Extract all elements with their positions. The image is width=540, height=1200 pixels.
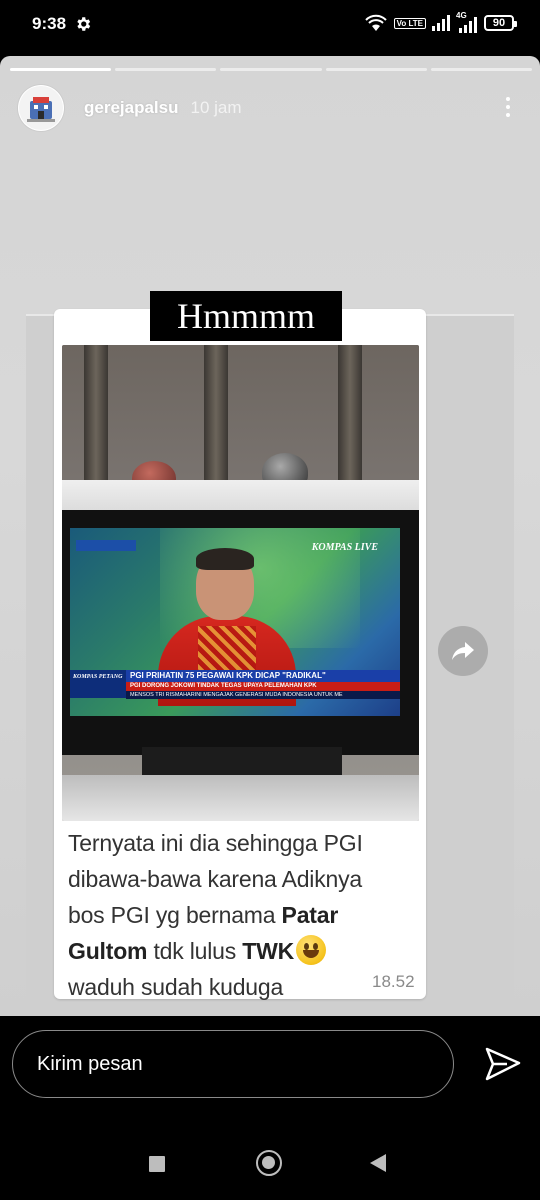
avatar-image (19, 86, 63, 130)
avatar[interactable] (18, 85, 64, 131)
tv-person-hair (196, 548, 254, 570)
message-line: dibawa-bawa karena Adiknya (68, 866, 362, 892)
story-username[interactable]: gerejapalsu (84, 98, 179, 118)
story-caption: Hmmmm (150, 291, 342, 341)
gear-icon (77, 17, 91, 31)
tv-subheadline: PGI DORONG JOKOWI TINDAK TEGAS UPAYA PEL… (126, 682, 400, 691)
back-button[interactable] (370, 1154, 386, 1172)
share-arrow-icon (452, 642, 474, 660)
tv-ticker-logo: KOMPAS PETANG (70, 670, 126, 698)
photo-tv-stand (142, 747, 342, 775)
message-line: bos PGI yg bernama Patar (68, 897, 418, 933)
signal-4g: 4G (456, 11, 478, 33)
battery-indicator: 90 (484, 15, 517, 31)
share-button[interactable] (438, 626, 488, 676)
more-vertical-icon[interactable] (504, 94, 512, 122)
tv-ticker: KOMPAS PETANG PGI PRIHATIN 75 PEGAWAI KP… (70, 670, 400, 702)
status-time: 9:38 (32, 14, 67, 33)
progress-segment (115, 68, 217, 71)
wifi-icon (364, 14, 387, 31)
message-twk: TWK (242, 938, 295, 964)
message-text: Ternyata ini dia sehingga PGI dibawa-baw… (68, 825, 418, 1005)
grinning-face-icon (296, 935, 327, 965)
photo-pillar (204, 345, 228, 495)
tv-screen-tag (76, 540, 136, 551)
message-name-first: Patar (281, 902, 339, 928)
story-viewer[interactable]: gerejapalsu 10 jam KOMPAS LIVE KOMPAS PE… (0, 56, 540, 1016)
photo-counter (62, 775, 419, 821)
story-header: gerejapalsu 10 jam (18, 84, 522, 132)
progress-segment (430, 68, 533, 71)
progress-segment (220, 68, 322, 71)
tv-channel-logo: KOMPAS LIVE (311, 542, 378, 553)
recents-button[interactable] (149, 1156, 165, 1172)
home-button[interactable] (256, 1150, 282, 1176)
photo-pillar (84, 345, 108, 495)
progress-segment (325, 68, 427, 71)
message-fragment: bos PGI yg bernama (68, 902, 282, 928)
message-line: waduh sudah kuduga (68, 974, 284, 1000)
tv-headline: PGI PRIHATIN 75 PEGAWAI KPK DICAP "RADIK… (126, 670, 400, 682)
photo-tv: KOMPAS LIVE KOMPAS PETANG PGI PRIHATIN 7… (62, 510, 419, 755)
tv-crawl: MENSOS TRI RISMAHARINI MENGAJAK GENERASI… (126, 691, 400, 699)
story-time: 10 jam (190, 98, 242, 117)
status-icons: Vo LTE 4G 90 (364, 11, 517, 33)
reply-input[interactable]: Kirim pesan (12, 1030, 454, 1098)
photo-pillar (338, 345, 362, 495)
message-line: Ternyata ini dia sehingga PGI (68, 830, 363, 856)
progress-segment (10, 68, 112, 71)
battery-level: 90 (492, 17, 506, 29)
shared-photo: KOMPAS LIVE KOMPAS PETANG PGI PRIHATIN 7… (62, 345, 419, 821)
message-time: 18.52 (372, 972, 415, 991)
send-icon[interactable] (484, 1046, 522, 1082)
reply-placeholder: Kirim pesan (37, 1053, 143, 1075)
signal-icon (432, 15, 450, 31)
status-bar: 9:38 Vo LTE 4G 90 (0, 0, 540, 54)
message-name-last: Gultom (68, 938, 148, 964)
story-progress (10, 68, 533, 71)
signal-4g-icon (459, 17, 477, 33)
message-line: Gultom tdk lulus TWK (68, 933, 418, 969)
volte-badge: Vo LTE (393, 17, 426, 29)
message-fragment: tdk lulus (147, 938, 243, 964)
